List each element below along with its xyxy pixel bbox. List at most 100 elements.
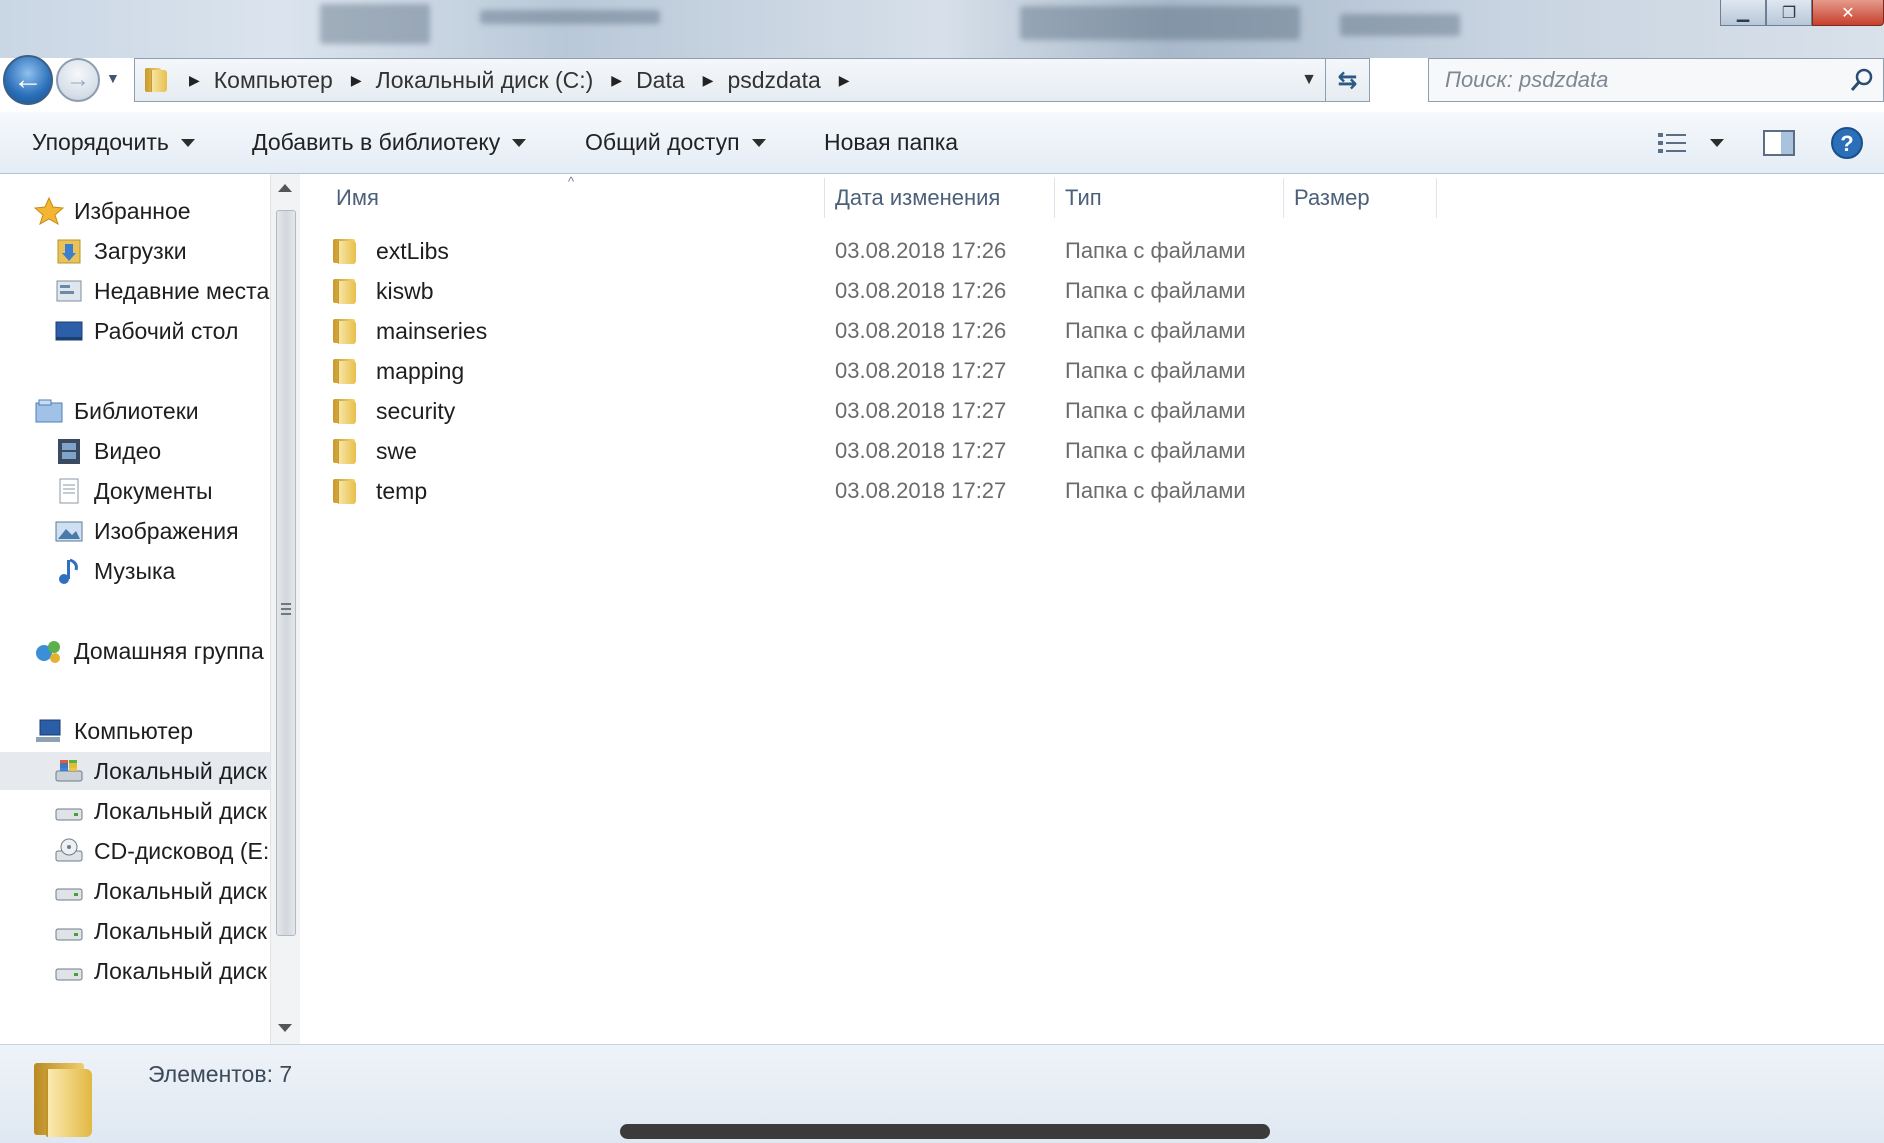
preview-pane-button[interactable]	[1762, 122, 1796, 164]
folder-icon	[330, 277, 358, 305]
file-type: Папка с файлами	[1065, 358, 1246, 383]
table-row[interactable]: mainseries 03.08.2018 17:26 Папка с файл…	[330, 312, 1430, 350]
column-date-label: Дата изменения	[835, 185, 1001, 210]
command-bar: Упорядочить Добавить в библиотеку Общий …	[0, 112, 1884, 174]
sidebar-item-label: Видео	[94, 437, 162, 464]
sidebar-item-documents[interactable]: Документы	[54, 472, 213, 510]
file-name: kiswb	[376, 277, 434, 304]
add-to-library-menu[interactable]: Добавить в библиотеку	[252, 129, 527, 156]
search-input[interactable]: Поиск: psdzdata	[1445, 67, 1847, 93]
sidebar-item-label: Загрузки	[94, 237, 187, 264]
column-separator[interactable]	[824, 178, 825, 218]
sidebar-item-favorites[interactable]: Избранное	[33, 192, 191, 230]
column-header-name[interactable]: Имя	[336, 174, 379, 222]
music-icon	[54, 557, 84, 585]
scrollbar-thumb[interactable]	[276, 210, 296, 936]
refresh-button[interactable]: ⇆	[1325, 59, 1369, 101]
sidebar-item-label: Рабочий стол	[94, 317, 239, 344]
sidebar-item-label: Локальный диск	[94, 797, 267, 824]
chevron-down-icon	[512, 138, 527, 147]
arrow-left-icon: ←	[13, 63, 43, 96]
file-date: 03.08.2018 17:27	[835, 358, 1007, 383]
background-blur	[480, 10, 660, 24]
column-header-size[interactable]: Размер	[1294, 174, 1370, 222]
history-dropdown[interactable]: ▼	[106, 70, 122, 90]
sidebar-item-label: Компьютер	[74, 717, 194, 744]
share-menu[interactable]: Общий доступ	[585, 129, 766, 156]
sidebar-item-local-disk[interactable]: Локальный диск	[54, 792, 267, 830]
chevron-right-icon[interactable]: ▶	[351, 72, 362, 89]
help-button[interactable]: ?	[1830, 122, 1864, 164]
breadcrumb-local-disk-c[interactable]: Локальный диск (C:)	[376, 67, 594, 94]
svg-text:?: ?	[1840, 131, 1853, 156]
search-icon[interactable]	[1847, 65, 1877, 95]
table-row[interactable]: extLibs 03.08.2018 17:26 Папка с файлами	[330, 232, 1430, 270]
sidebar-item-cd-drive[interactable]: CD-дисковод (E:	[54, 832, 269, 870]
folder-icon	[330, 437, 358, 465]
sort-ascending-icon: ^	[568, 174, 575, 189]
chevron-right-icon[interactable]: ▶	[703, 72, 714, 89]
column-size-label: Размер	[1294, 185, 1370, 210]
file-date: 03.08.2018 17:26	[835, 318, 1007, 343]
downloads-folder-icon	[54, 237, 84, 265]
address-bar[interactable]: ▶ Компьютер ▶ Локальный диск (C:) ▶ Data…	[134, 58, 1370, 102]
close-button[interactable]: ✕	[1812, 0, 1884, 26]
organize-menu[interactable]: Упорядочить	[32, 129, 195, 156]
table-row[interactable]: security 03.08.2018 17:27 Папка с файлам…	[330, 392, 1430, 430]
navigation-scrollbar[interactable]	[270, 174, 300, 1044]
column-header-date[interactable]: Дата изменения	[835, 174, 1000, 222]
view-options-button[interactable]	[1656, 122, 1724, 164]
chevron-right-icon[interactable]: ▶	[611, 72, 622, 89]
column-name-label: Имя	[336, 185, 379, 210]
scroll-down-icon[interactable]	[278, 1024, 292, 1032]
file-date: 03.08.2018 17:26	[835, 278, 1007, 303]
forward-button[interactable]: →	[56, 58, 100, 102]
sidebar-item-label: Документы	[94, 477, 213, 504]
sidebar-item-local-disk[interactable]: Локальный диск	[54, 912, 267, 950]
chevron-right-icon[interactable]: ▶	[839, 72, 850, 89]
table-row[interactable]: swe 03.08.2018 17:27 Папка с файлами	[330, 432, 1430, 470]
file-name: extLibs	[376, 237, 449, 264]
column-separator[interactable]	[1283, 178, 1284, 218]
pictures-icon	[54, 517, 84, 545]
breadcrumb-computer[interactable]: Компьютер	[214, 67, 333, 94]
new-folder-button[interactable]: Новая папка	[824, 129, 958, 156]
sidebar-item-local-disk[interactable]: Локальный диск	[54, 952, 267, 990]
table-row[interactable]: kiswb 03.08.2018 17:26 Папка с файлами	[330, 272, 1430, 310]
sidebar-item-libraries[interactable]: Библиотеки	[34, 392, 199, 430]
back-button[interactable]: ←	[3, 55, 53, 105]
sidebar-item-local-disk-c[interactable]: Локальный диск	[0, 752, 270, 790]
chevron-right-icon[interactable]: ▶	[189, 72, 200, 89]
file-type: Папка с файлами	[1065, 478, 1246, 503]
sidebar-item-computer[interactable]: Компьютер	[34, 712, 193, 750]
sidebar-item-downloads[interactable]: Загрузки	[54, 232, 187, 270]
minimize-button[interactable]: ▁	[1720, 0, 1766, 26]
system-drive-icon	[54, 757, 84, 785]
sidebar-item-video[interactable]: Видео	[54, 432, 161, 470]
sidebar-item-music[interactable]: Музыка	[54, 552, 175, 590]
table-row[interactable]: temp 03.08.2018 17:27 Папка с файлами	[330, 472, 1430, 510]
sidebar-item-recent-places[interactable]: Недавние места	[54, 272, 269, 310]
chevron-down-icon	[1710, 139, 1724, 147]
sidebar-item-homegroup[interactable]: Домашняя группа	[34, 632, 264, 670]
column-separator[interactable]	[1436, 178, 1437, 218]
table-row[interactable]: mapping 03.08.2018 17:27 Папка с файлами	[330, 352, 1430, 390]
file-name: temp	[376, 477, 428, 504]
window-controls: ▁ ❐ ✕	[1720, 0, 1884, 26]
scroll-up-icon[interactable]	[278, 184, 292, 192]
column-separator[interactable]	[1054, 178, 1055, 218]
column-header-type[interactable]: Тип	[1065, 174, 1102, 222]
computer-icon	[34, 717, 64, 745]
breadcrumb-data[interactable]: Data	[636, 67, 685, 94]
preview-pane-icon	[1763, 130, 1795, 156]
maximize-button[interactable]: ❐	[1766, 0, 1812, 26]
sidebar-item-label: Избранное	[74, 197, 191, 224]
breadcrumb-psdzdata[interactable]: psdzdata	[727, 67, 820, 94]
sidebar-item-desktop[interactable]: Рабочий стол	[54, 312, 238, 350]
hard-drive-icon	[54, 797, 84, 825]
background-blur	[320, 4, 430, 44]
sidebar-item-local-disk[interactable]: Локальный диск	[54, 872, 267, 910]
address-dropdown-icon[interactable]: ▼	[1301, 71, 1317, 89]
search-box[interactable]: Поиск: psdzdata	[1428, 58, 1884, 102]
sidebar-item-pictures[interactable]: Изображения	[54, 512, 239, 550]
